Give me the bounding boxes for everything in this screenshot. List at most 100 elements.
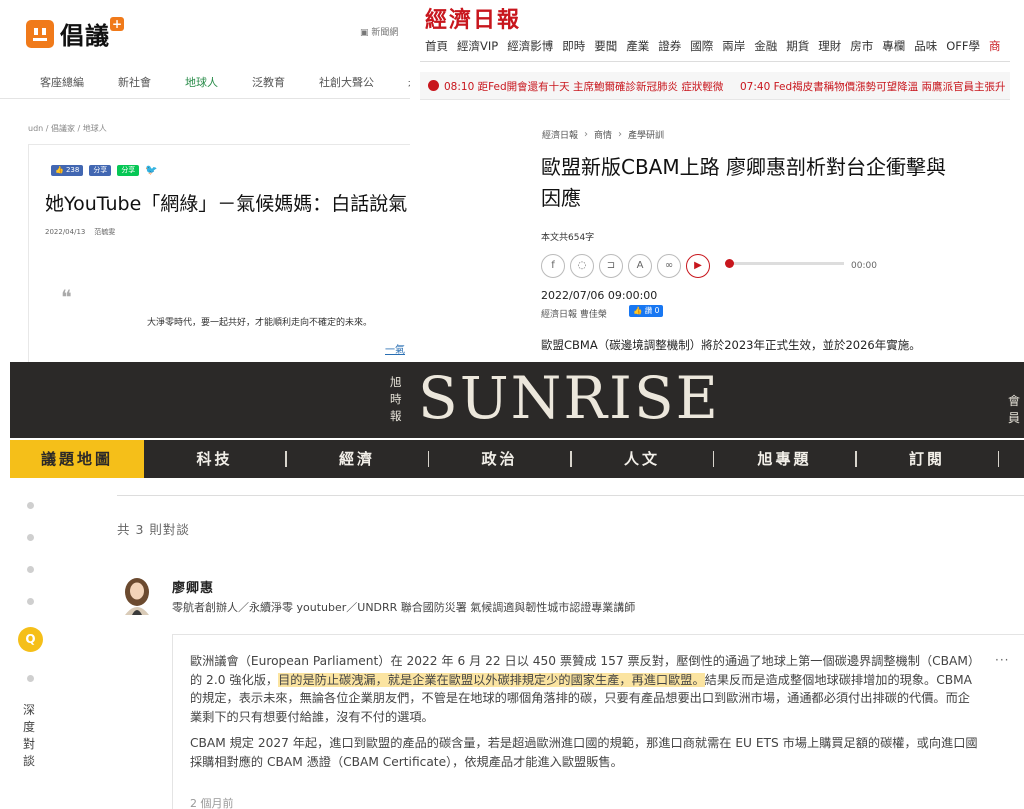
comment-paragraph: CBAM 規定 2027 年起，進口到歐盟的產品的碳含量，若是超過歐洲進口國的規… bbox=[190, 736, 978, 769]
discussion-count: 共 3 則對談 bbox=[117, 522, 190, 537]
nav-item[interactable]: 社創大聲公 bbox=[319, 74, 374, 90]
masthead-chinese-name: 旭時報 bbox=[390, 375, 402, 423]
sunrise-discussion-panel: 旭時報 SUNRISE 會員 議題地圖 科技 經濟 政治 人文 旭專題 訂閱 Q… bbox=[0, 362, 1024, 809]
pull-quote: 大淨零時代，要一起共好，才能順利走向不確定的未來。 bbox=[147, 318, 373, 328]
nav-item[interactable]: 期貨 bbox=[786, 38, 809, 54]
audio-time: 00:00 bbox=[851, 261, 877, 271]
twitter-icon[interactable]: 🐦 bbox=[145, 165, 157, 176]
nav-item[interactable]: 新社會 bbox=[118, 74, 151, 90]
nav-item[interactable]: 房市 bbox=[850, 38, 873, 54]
audio-scrubber[interactable] bbox=[725, 259, 734, 268]
article-lead: 歐盟CBMA（碳邊境調整機制）將於2023年正式生效，並於2026年實施。 bbox=[541, 338, 921, 352]
word-count: 本文共654字 bbox=[541, 233, 595, 243]
divider bbox=[0, 98, 410, 99]
nav-item[interactable]: 泛教育 bbox=[252, 74, 285, 90]
nav-item[interactable]: 要聞 bbox=[594, 38, 617, 54]
nav-item[interactable]: 金融 bbox=[754, 38, 777, 54]
tab-subscribe[interactable]: 訂閱 bbox=[857, 440, 998, 478]
nav-item[interactable]: 客座總編 bbox=[40, 74, 84, 90]
tab-economy[interactable]: 經濟 bbox=[287, 440, 428, 478]
avatar[interactable] bbox=[120, 575, 154, 615]
masthead: 旭時報 SUNRISE 會員 bbox=[10, 362, 1024, 438]
logo-plus-icon: + bbox=[110, 16, 124, 31]
main-nav: 首頁 經濟VIP 經濟影博 即時 要聞 產業 證券 國際 兩岸 金融 期貨 理財… bbox=[425, 38, 1009, 54]
deep-talk-label: 深度對談 bbox=[23, 703, 36, 768]
nav-item[interactable]: 商 bbox=[989, 38, 1001, 54]
side-dot[interactable] bbox=[27, 598, 34, 605]
side-dot[interactable] bbox=[27, 566, 34, 573]
nav-item[interactable]: 經濟VIP bbox=[457, 38, 498, 54]
chevron-right-icon: › bbox=[584, 129, 589, 140]
tab-tech[interactable]: 科技 bbox=[144, 440, 285, 478]
play-icon[interactable]: ▶ bbox=[686, 254, 710, 278]
highlighted-text: 目的是防止碳洩漏，就是企業在歐盟以外碳排規定少的國家生產，再進口歐盟。 bbox=[278, 672, 705, 687]
user-title: 零航者創辦人／永續淨零 youtuber／UNDRR 聯合國防災署 氣候調適與韌… bbox=[172, 601, 636, 614]
tab-issue-map[interactable]: 議題地圖 bbox=[10, 440, 144, 478]
chengyi-logo[interactable]: 倡議 + bbox=[26, 16, 124, 51]
article-meta: 2022/04/13 范毓雯 bbox=[45, 227, 115, 237]
facebook-like-button[interactable]: 👍 讚 0 bbox=[629, 305, 664, 317]
nav-separator bbox=[997, 451, 999, 467]
breadcrumb: udn / 倡議家 / 地球人 bbox=[28, 124, 107, 133]
nav-item[interactable]: OFF學 bbox=[946, 38, 980, 54]
nav-item[interactable]: 理財 bbox=[818, 38, 841, 54]
comment-paragraph: 歐洲議會（European Parliament）在 2022 年 6 月 22… bbox=[190, 652, 980, 726]
pull-quote-link[interactable]: 一氣 bbox=[385, 341, 405, 356]
breadcrumb-item[interactable]: 產學研訓 bbox=[628, 128, 664, 141]
more-options-icon[interactable]: ··· bbox=[995, 653, 1009, 667]
font-size-icon[interactable]: A bbox=[628, 254, 652, 278]
breaking-news-ticker: 08:10 距Fed開會還有十天 主席鮑爾確診新冠肺炎 症狀輕微 07:40 F… bbox=[420, 72, 1010, 100]
tab-humanities[interactable]: 人文 bbox=[572, 440, 713, 478]
article-title: 她YouTube「網綠」－氣候媽媽：白話說氣 bbox=[45, 193, 408, 215]
nav-item[interactable]: 產業 bbox=[626, 38, 649, 54]
audio-progress-bar[interactable] bbox=[725, 259, 844, 268]
article-card: 👍 238 分享 分享 🐦 她YouTube「網綠」－氣候媽媽：白話說氣 202… bbox=[28, 144, 410, 362]
chengyi-article-panel: 倡議 + ▣ 新聞網 客座總編 新社會 地球人 泛教育 社創大聲公 永續 udn… bbox=[0, 0, 410, 362]
economic-daily-logo[interactable]: 經濟日報 bbox=[425, 2, 521, 34]
question-button[interactable]: Q bbox=[18, 627, 43, 652]
nav-item[interactable]: 國際 bbox=[690, 38, 713, 54]
nav-item[interactable]: 證券 bbox=[658, 38, 681, 54]
breadcrumb: 經濟日報 › 商情 › 產學研訓 bbox=[542, 128, 664, 141]
logo-text: 倡議 bbox=[60, 21, 110, 50]
side-dot[interactable] bbox=[27, 675, 34, 682]
divider bbox=[420, 61, 1010, 62]
bookmark-icon[interactable]: ⊐ bbox=[599, 254, 623, 278]
news-network-link[interactable]: ▣ 新聞網 bbox=[360, 25, 398, 38]
user-name[interactable]: 廖卿惠 bbox=[172, 577, 214, 596]
article-title: 歐盟新版CBAM上路 廖卿惠剖析對台企衝擊與因應 bbox=[541, 155, 946, 210]
comment-timestamp: 2 個月前 bbox=[190, 797, 234, 809]
ticker-item[interactable]: 08:10 距Fed開會還有十天 主席鮑爾確診新冠肺炎 症狀輕微 bbox=[444, 79, 723, 94]
line-icon[interactable]: ◌ bbox=[570, 254, 594, 278]
facebook-share-button[interactable]: 分享 bbox=[89, 165, 112, 176]
nav-item[interactable]: 專欄 bbox=[882, 38, 905, 54]
tab-special[interactable]: 旭專題 bbox=[714, 440, 855, 478]
breadcrumb-item[interactable]: 經濟日報 bbox=[542, 128, 578, 141]
nav-item[interactable]: 即時 bbox=[562, 38, 585, 54]
nav-item[interactable]: 經濟影博 bbox=[507, 38, 553, 54]
sunrise-logo[interactable]: SUNRISE bbox=[418, 364, 720, 432]
nav-item[interactable]: 兩岸 bbox=[722, 38, 745, 54]
nav-item[interactable]: 品味 bbox=[914, 38, 937, 54]
member-link[interactable]: 會員 bbox=[1008, 392, 1024, 426]
line-share-button[interactable]: 分享 bbox=[117, 165, 140, 176]
tab-politics[interactable]: 政治 bbox=[429, 440, 570, 478]
facebook-icon[interactable]: f bbox=[541, 254, 565, 278]
breadcrumb-item[interactable]: 商情 bbox=[594, 128, 612, 141]
facebook-like-button[interactable]: 👍 238 bbox=[51, 165, 84, 176]
nav-item-active[interactable]: 地球人 bbox=[185, 74, 218, 90]
side-dot[interactable] bbox=[27, 502, 34, 509]
category-nav: 客座總編 新社會 地球人 泛教育 社創大聲公 永續 bbox=[40, 74, 410, 90]
article-author[interactable]: 范毓雯 bbox=[94, 228, 115, 236]
publish-datetime: 2022/07/06 09:00:00 bbox=[541, 289, 658, 302]
share-bar: 👍 238 分享 分享 🐦 bbox=[51, 165, 158, 176]
article-date: 2022/04/13 bbox=[45, 228, 86, 236]
ticker-item[interactable]: 07:40 Fed褐皮書稱物價漲勢可望降溫 兩鷹派官員主張升 bbox=[740, 79, 1006, 94]
alert-icon bbox=[428, 80, 439, 91]
section-nav: 議題地圖 科技 經濟 政治 人文 旭專題 訂閱 bbox=[10, 440, 1024, 478]
article-toolbar: f ◌ ⊐ A ∞ ▶ bbox=[541, 254, 710, 278]
logo-face-icon bbox=[26, 19, 54, 48]
nav-item[interactable]: 首頁 bbox=[425, 38, 448, 54]
side-dot[interactable] bbox=[27, 534, 34, 541]
link-icon[interactable]: ∞ bbox=[657, 254, 681, 278]
